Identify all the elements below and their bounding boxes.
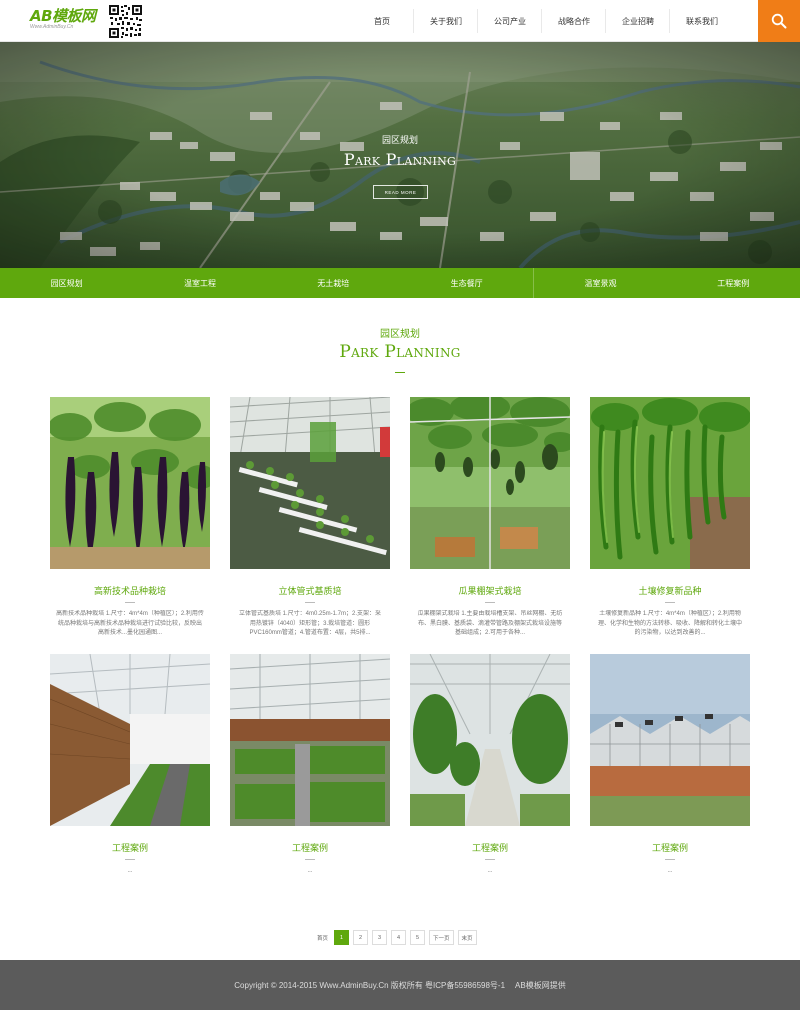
category-greenhouse-engineering[interactable]: 温室工程 (133, 268, 266, 298)
site-header: AB模板网 Www.AdminBuy.Cn 首页 关于我们 公司产业 战略合作 … (0, 0, 800, 42)
product-card[interactable]: 立体管式基质培 立体管式基质培 1.尺寸：4m0.25m-1.7m；2.支架：采… (230, 397, 390, 648)
site-logo[interactable]: AB模板网 Www.AdminBuy.Cn (30, 9, 100, 33)
greenhouse-walkway-image (410, 654, 570, 826)
footer-copyright: Copyright © 2014-2015 Www.AdminBuy.Cn 版权… (234, 980, 506, 990)
card-description: 土壤修复新品种 1.尺寸：4m*4m（种植区）；2.利用物理、化学和生物的方法转… (597, 611, 742, 636)
card-title[interactable]: 高新技术品种栽培 (50, 585, 210, 597)
section-subtitle: 园区规划 (380, 329, 420, 340)
product-card[interactable]: 工程案例 ... (50, 654, 210, 905)
card-title[interactable]: 工程案例 (590, 842, 750, 854)
greenhouse-exterior-image (590, 654, 750, 826)
page-1[interactable]: 1 (334, 930, 350, 945)
card-divider (665, 602, 675, 603)
card-title[interactable]: 瓜果棚架式栽培 (410, 585, 570, 597)
page-3[interactable]: 3 (372, 930, 388, 945)
product-card[interactable]: 土壤修复新品种 土壤修复新品种 1.尺寸：4m*4m（种植区）；2.利用物理、化… (590, 397, 750, 648)
banner-subtitle: 园区规划 (381, 135, 418, 145)
hero-banner: 园区规划 Park Planning READ MORE (0, 42, 800, 268)
search-button[interactable] (758, 0, 800, 42)
card-title[interactable]: 立体管式基质培 (230, 585, 390, 597)
logo-subtext: Www.AdminBuy.Cn (30, 24, 74, 30)
site-footer: Copyright © 2014-2015 Www.AdminBuy.Cn 版权… (0, 960, 800, 1010)
card-divider (305, 859, 315, 860)
product-card[interactable]: 瓜果棚架式栽培 瓜果棚架式栽培 1.主要由栽培槽支架、吊丝网棚、无纺布、黑白膜、… (410, 397, 570, 648)
card-divider (125, 859, 135, 860)
card-title[interactable]: 工程案例 (50, 842, 210, 854)
nav-recruitment[interactable]: 企业招聘 (606, 0, 670, 42)
product-card[interactable]: 工程案例 ... (590, 654, 750, 905)
banner-title: Park Planning (343, 150, 457, 169)
footer-provider-link[interactable]: AB模板网提供 (515, 980, 566, 991)
product-card[interactable]: 高新技术品种栽培 高新技术品种栽培 1.尺寸：4m*4m（种植区）；2.利用传统… (50, 397, 210, 648)
page-4[interactable]: 4 (391, 930, 407, 945)
page-2[interactable]: 2 (353, 930, 369, 945)
melon-trellis-image (410, 397, 570, 569)
section-title: Park Planning (339, 342, 461, 362)
nav-cooperation[interactable]: 战略合作 (542, 0, 606, 42)
logo-text: AB模板网 (30, 7, 96, 25)
card-divider (485, 602, 495, 603)
card-description: 高新技术品种栽培 1.尺寸：4m*4m（种植区）；2.利用传统品种栽培与高新技术… (56, 611, 204, 636)
category-greenhouse-landscape[interactable]: 温室景观 (533, 268, 666, 298)
card-description: ... (667, 868, 673, 874)
card-title[interactable]: 工程案例 (410, 842, 570, 854)
nav-industry[interactable]: 公司产业 (478, 0, 542, 42)
green-pepper-image (590, 397, 750, 569)
nav-contact[interactable]: 联系我们 (670, 0, 734, 42)
section-divider (395, 372, 405, 373)
qr-code-icon (108, 4, 143, 39)
category-eco-restaurant[interactable]: 生态餐厅 (400, 268, 533, 298)
card-divider (485, 859, 495, 860)
page-next[interactable]: 下一页 (429, 930, 454, 945)
card-description: 瓜果棚架式栽培 1.主要由栽培槽支架、吊丝网棚、无纺布、黑白膜、基质袋、滴灌带管… (417, 611, 563, 636)
product-card[interactable]: 工程案例 ... (410, 654, 570, 905)
page-last[interactable]: 末页 (457, 930, 477, 945)
card-description: ... (307, 868, 313, 874)
eggplant-image (50, 397, 210, 569)
card-divider (305, 602, 315, 603)
greenhouse-interior-image (50, 654, 210, 826)
card-description: 立体管式基质培 1.尺寸：4m0.25m-1.7m；2.支架：采用热镀锌（404… (238, 611, 382, 636)
card-description: ... (127, 868, 133, 874)
search-icon (771, 13, 787, 29)
read-more-button[interactable]: READ MORE (373, 185, 428, 199)
nav-about[interactable]: 关于我们 (414, 0, 478, 42)
page-first[interactable]: 首页 (315, 930, 331, 945)
category-bar: 园区规划 温室工程 无土栽培 生态餐厅 温室景观 工程案例 (0, 268, 800, 298)
greenhouse-seedlings-image (230, 654, 390, 826)
vertical-pipe-cultivation-image (230, 397, 390, 569)
card-description: ... (487, 868, 493, 874)
product-card[interactable]: 工程案例 ... (230, 654, 390, 905)
page-5[interactable]: 5 (410, 930, 426, 945)
card-title[interactable]: 土壤修复新品种 (590, 585, 750, 597)
pagination: 首页 1 2 3 4 5 下一页 末页 (315, 930, 477, 945)
card-divider (125, 602, 135, 603)
card-divider (665, 859, 675, 860)
category-park-planning[interactable]: 园区规划 (0, 268, 133, 298)
main-nav: 首页 关于我们 公司产业 战略合作 企业招聘 联系我们 (350, 0, 734, 42)
card-title[interactable]: 工程案例 (230, 842, 390, 854)
nav-home[interactable]: 首页 (350, 0, 414, 42)
category-soilless-cultivation[interactable]: 无土栽培 (267, 268, 400, 298)
category-engineering-cases[interactable]: 工程案例 (667, 268, 800, 298)
